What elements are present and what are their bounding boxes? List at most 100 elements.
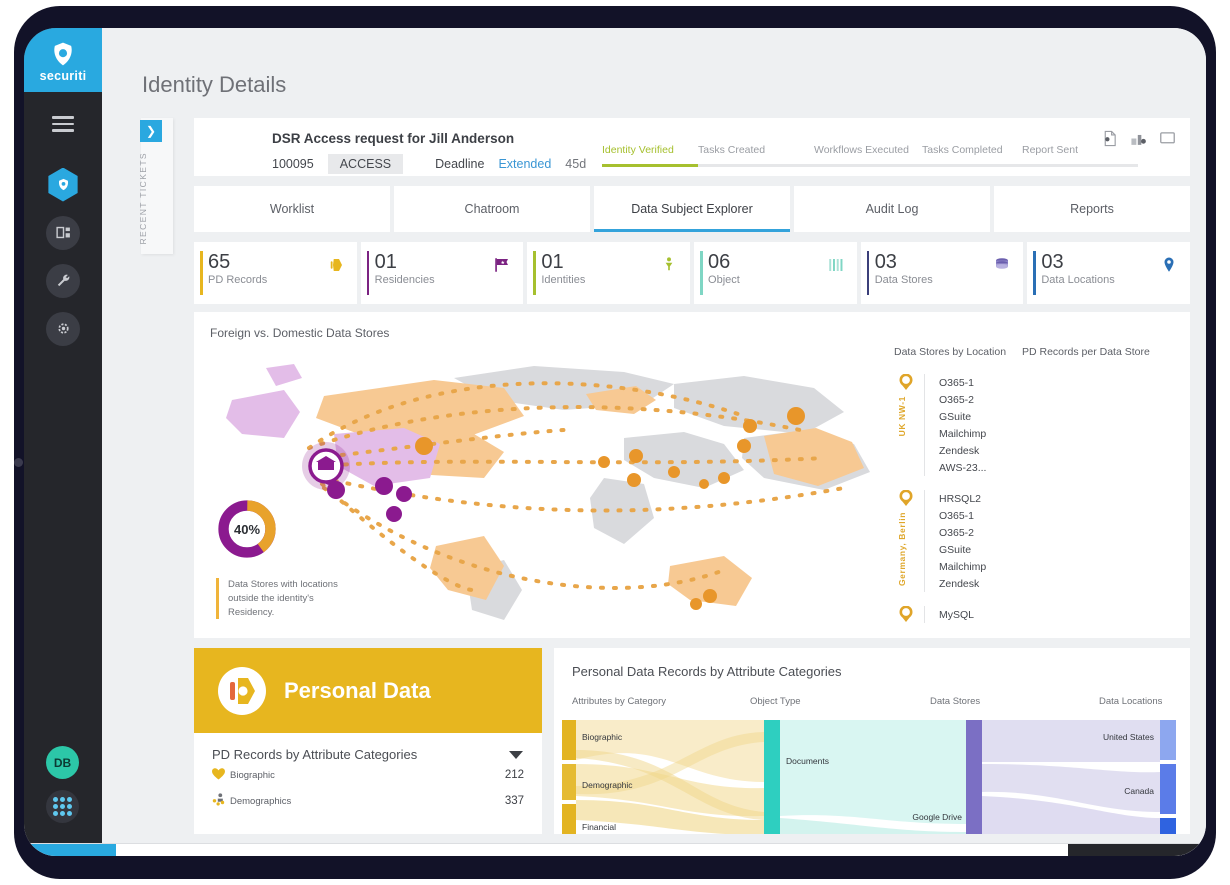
stat-card-data-locations[interactable]: 03 Data Locations bbox=[1027, 242, 1191, 304]
apps-grid-icon[interactable] bbox=[46, 790, 79, 823]
table-row[interactable]: HRSQL2 bbox=[939, 490, 1184, 507]
sidebar-item-settings[interactable] bbox=[46, 311, 80, 346]
step-tasks-completed[interactable]: Tasks Completed bbox=[922, 144, 1022, 156]
location-group-third: MySQL bbox=[894, 606, 1184, 623]
sankey-col-data-stores: Data Stores bbox=[930, 696, 981, 707]
personal-data-banner: Personal Data bbox=[194, 648, 542, 733]
stat-accent-bar bbox=[200, 251, 203, 295]
store-name: O365-2 bbox=[939, 393, 975, 406]
step-workflows-executed[interactable]: Workflows Executed bbox=[814, 144, 922, 156]
stat-accent-bar bbox=[533, 251, 536, 295]
sankey-label-united-states: United States bbox=[1103, 732, 1154, 742]
sankey-title: Personal Data Records by Attribute Categ… bbox=[572, 664, 842, 679]
privaci-glyph-icon bbox=[58, 178, 68, 191]
tab-data-subject-explorer[interactable]: Data Subject Explorer bbox=[594, 186, 790, 232]
wrench-tools-icon bbox=[57, 274, 69, 287]
sankey-label-financial: Financial bbox=[582, 822, 616, 832]
stat-card-residencies[interactable]: 01 Residencies bbox=[360, 242, 524, 304]
personal-data-card: Personal Data PD Records by Attribute Ca… bbox=[194, 648, 542, 834]
people-demographics-icon bbox=[212, 793, 230, 809]
sankey-label-demographic: Demographic bbox=[582, 780, 633, 790]
stat-card-pd-records[interactable]: 65 PD Records bbox=[194, 242, 357, 304]
map-panel: Foreign vs. Domestic Data Stores 40% Dat… bbox=[194, 312, 1190, 638]
app-logo[interactable]: securiti bbox=[24, 28, 102, 92]
heart-icon bbox=[212, 767, 230, 783]
map-pin-icon bbox=[899, 490, 913, 506]
tab-reports[interactable]: Reports bbox=[994, 186, 1190, 232]
stat-value: 03 bbox=[874, 251, 897, 273]
step-report-sent[interactable]: Report Sent bbox=[1022, 144, 1078, 156]
location-rail bbox=[894, 606, 924, 623]
table-row[interactable]: O365-2 bbox=[939, 524, 1184, 541]
sidebar-item-privaci[interactable] bbox=[46, 167, 80, 202]
table-row[interactable]: GSuite bbox=[939, 541, 1184, 558]
stat-label: Data Locations bbox=[1041, 274, 1115, 286]
dsr-id: 100095 bbox=[272, 157, 314, 171]
table-row[interactable]: Mailchimp bbox=[939, 425, 1184, 442]
dsr-deadline-label: Deadline bbox=[435, 157, 485, 171]
tab-chatroom[interactable]: Chatroom bbox=[394, 186, 590, 232]
foreign-domestic-donut: 40% bbox=[216, 498, 278, 565]
dsr-deadline-status[interactable]: Extended bbox=[498, 157, 551, 171]
list-item[interactable]: Demographics 337 bbox=[194, 788, 542, 814]
chevron-right-icon[interactable]: ❯ bbox=[140, 120, 162, 142]
avatar[interactable]: DB bbox=[46, 746, 79, 779]
stat-cards: 65 PD Records 01 Residencies 01 Identiti… bbox=[194, 242, 1191, 304]
progress-track bbox=[602, 164, 1138, 167]
stat-label: Object bbox=[708, 274, 740, 286]
sidebar-item-tools[interactable] bbox=[46, 263, 80, 298]
flag-icon bbox=[495, 258, 509, 272]
sankey-card: Personal Data Records by Attribute Categ… bbox=[554, 648, 1190, 834]
store-name: GSuite bbox=[939, 543, 972, 556]
dsr-deadline-days: 45d bbox=[565, 157, 587, 171]
database-icon bbox=[996, 258, 1009, 269]
table-row[interactable]: AWS-23... bbox=[939, 459, 1184, 476]
securiti-logo-icon bbox=[54, 42, 72, 66]
pd-section-header[interactable]: PD Records by Attribute Categories bbox=[194, 733, 542, 762]
table-row[interactable]: Zendesk bbox=[939, 442, 1184, 459]
sankey-label-google-drive: Google Drive bbox=[912, 812, 962, 822]
stat-value: 06 bbox=[708, 251, 731, 273]
stat-card-object[interactable]: 06 Object bbox=[694, 242, 857, 304]
table-row[interactable]: O365-1 bbox=[939, 374, 1184, 391]
identity-person-icon bbox=[665, 257, 673, 271]
list-item[interactable]: Biographic 212 bbox=[194, 762, 542, 788]
document-icon[interactable] bbox=[1101, 130, 1118, 147]
sankey-col-data-locations: Data Locations bbox=[1099, 696, 1163, 707]
location-name: UK NW-1 bbox=[897, 396, 907, 437]
tablet-screen: securiti DB Identity Details ❯ RECENT TI… bbox=[24, 28, 1206, 856]
stat-value: 03 bbox=[1041, 251, 1064, 273]
table-row[interactable]: GSuite bbox=[939, 408, 1184, 425]
table-row[interactable]: O365-2 bbox=[939, 391, 1184, 408]
table-row[interactable]: O365-1 bbox=[939, 507, 1184, 524]
step-identity-verified[interactable]: Identity Verified bbox=[602, 144, 698, 156]
stat-label: Data Stores bbox=[874, 274, 933, 286]
hamburger-menu-icon[interactable] bbox=[52, 116, 74, 132]
pd-section-title: PD Records by Attribute Categories bbox=[212, 747, 418, 762]
stat-card-identities[interactable]: 01 Identities bbox=[527, 242, 691, 304]
sankey-diagram[interactable]: Biographic Demographic Financial Documen… bbox=[554, 720, 1190, 834]
dsr-type-badge: ACCESS bbox=[327, 154, 404, 174]
hexagon-records-icon bbox=[330, 259, 342, 271]
chat-bubble-icon[interactable] bbox=[1159, 130, 1176, 147]
step-tasks-created[interactable]: Tasks Created bbox=[698, 144, 814, 156]
tab-bar: Worklist Chatroom Data Subject Explorer … bbox=[194, 186, 1190, 232]
table-row[interactable]: Zendesk bbox=[939, 575, 1184, 592]
logo-text: securiti bbox=[39, 69, 87, 83]
pd-row-value: 212 bbox=[504, 769, 524, 781]
stat-card-data-stores[interactable]: 03 Data Stores bbox=[860, 242, 1024, 304]
store-rows: HRSQL2 O365-1 O365-2 GSuite Mailchimp Ze… bbox=[924, 490, 1184, 592]
sankey-label-canada: Canada bbox=[1124, 786, 1154, 796]
map-pin-icon bbox=[1164, 257, 1174, 272]
tab-worklist[interactable]: Worklist bbox=[194, 186, 390, 232]
chevron-down-icon[interactable] bbox=[508, 750, 524, 760]
org-people-icon[interactable] bbox=[1130, 130, 1147, 147]
stat-accent-bar bbox=[1033, 251, 1036, 295]
dsr-header-actions bbox=[1101, 130, 1176, 147]
map-pin-icon bbox=[899, 374, 913, 390]
dsr-title: DSR Access request for Jill Anderson bbox=[272, 131, 515, 146]
sidebar-item-dashboard[interactable] bbox=[46, 215, 80, 250]
table-row[interactable]: Mailchimp bbox=[939, 558, 1184, 575]
tab-audit-log[interactable]: Audit Log bbox=[794, 186, 990, 232]
table-row[interactable]: MySQL bbox=[939, 606, 1184, 623]
